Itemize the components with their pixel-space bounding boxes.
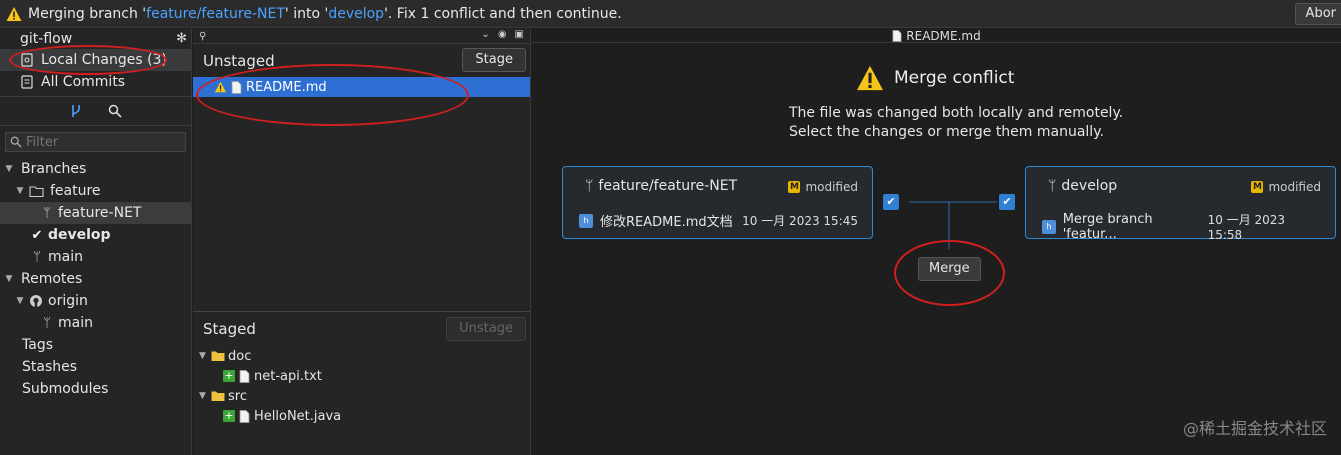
banner-message: Merging branch 'feature/feature-NET' int… <box>28 5 622 22</box>
folder-icon <box>211 391 225 401</box>
warning-icon <box>6 6 22 21</box>
changes-panel: ⚲ ⌄ ◉ ▣ Unstaged Stage README.md Staged … <box>193 29 531 455</box>
warning-icon <box>857 65 883 91</box>
collapse-arrow-icon[interactable]: ▼ <box>3 164 15 174</box>
tree-stashes[interactable]: Stashes <box>0 356 191 378</box>
unstaged-title: Unstaged <box>203 51 275 70</box>
current-branch-check-icon: ✔ <box>31 227 43 243</box>
card-commit: h Merge branch 'featur... 10 一月 2023 15:… <box>1042 211 1321 242</box>
card-branch: ᛘ develop <box>1048 178 1118 194</box>
source-branch-link[interactable]: feature/feature-NET <box>146 6 285 22</box>
local-changes-icon <box>21 53 33 67</box>
staged-folder-src[interactable]: ▼ src <box>193 386 530 406</box>
github-icon <box>30 295 42 307</box>
accept-remote-checkbox[interactable]: ✔ <box>999 194 1015 210</box>
watermark: @稀土掘金技术社区 <box>1182 419 1327 438</box>
nav-local-changes[interactable]: Local Changes (3) <box>0 49 191 71</box>
search-icon: ⚲ <box>199 30 207 42</box>
tree-tags[interactable]: Tags <box>0 334 191 356</box>
file-icon <box>892 29 902 42</box>
merge-button[interactable]: Merge <box>918 257 981 281</box>
modified-m-icon: M <box>788 181 801 193</box>
sidebar: git-flow ✻ Local Changes (3) All Commits… <box>0 29 192 455</box>
unstaged-file-row[interactable]: README.md <box>193 77 530 97</box>
unstage-button[interactable]: Unstage <box>446 317 526 341</box>
branch-icon: ᛘ <box>43 315 51 331</box>
tree-feature-folder[interactable]: ▼ feature <box>0 180 191 202</box>
staged-title: Staged <box>203 320 256 338</box>
staged-folder-doc[interactable]: ▼ doc <box>193 346 530 366</box>
repo-name[interactable]: git-flow ✻ <box>0 29 191 49</box>
branch-icon: ᛘ <box>43 205 51 221</box>
collapse-arrow-icon[interactable]: ▼ <box>3 274 15 284</box>
staged-file-row[interactable]: + HelloNet.java <box>193 406 530 426</box>
merge-connector-lines <box>909 201 997 249</box>
branch-icon: ᛘ <box>585 178 594 194</box>
filter-search-icon <box>10 136 22 148</box>
merge-panel: README.md Merge conflict The file was ch… <box>532 29 1341 455</box>
folder-open-icon <box>29 185 44 197</box>
tree-branch-develop[interactable]: ✔ develop <box>0 224 191 246</box>
local-changes-card[interactable]: ᛘ feature/feature-NET Mmodified h 修改READ… <box>562 166 873 239</box>
changes-search-bar[interactable]: ⚲ ⌄ ◉ ▣ <box>193 29 530 43</box>
merge-banner: Merging branch 'feature/feature-NET' int… <box>0 0 1341 28</box>
filter-dropdown-icon[interactable]: ⌄ <box>481 29 489 40</box>
accept-local-checkbox[interactable]: ✔ <box>883 194 899 210</box>
unstaged-header: Unstaged Stage <box>193 43 530 77</box>
conflict-warning-icon <box>214 81 227 93</box>
tree-branch-main[interactable]: ᛘ main <box>0 246 191 268</box>
staged-section: Staged Unstage ▼ doc + net-api.txt ▼ src… <box>193 311 530 426</box>
card-branch: ᛘ feature/feature-NET <box>585 178 738 194</box>
branch-view-icon[interactable] <box>70 103 82 119</box>
commits-icon <box>21 75 33 89</box>
file-icon <box>231 80 242 94</box>
modified-m-icon: M <box>1251 181 1264 193</box>
stage-button[interactable]: Stage <box>462 48 526 72</box>
tree-branches[interactable]: ▼ Branches <box>0 158 191 180</box>
tree-remote-origin[interactable]: ▼ origin <box>0 290 191 312</box>
diff-file-title: README.md <box>532 29 1341 43</box>
commit-avatar-icon: h <box>1042 219 1056 234</box>
commit-avatar-icon: h <box>579 213 593 228</box>
modified-badge: Mmodified <box>1251 180 1321 194</box>
filter-box <box>5 132 186 152</box>
staged-file-row[interactable]: + net-api.txt <box>193 366 530 386</box>
tree-submodules[interactable]: Submodules <box>0 378 191 400</box>
layout-icon[interactable]: ▣ <box>515 29 524 40</box>
sidebar-toolbar <box>0 96 191 126</box>
collapse-arrow-icon[interactable]: ▼ <box>14 186 26 196</box>
branch-icon: ᛘ <box>1048 178 1057 194</box>
modified-badge: Mmodified <box>788 180 858 194</box>
branch-icon: ᛘ <box>33 249 41 265</box>
search-icon[interactable] <box>108 104 122 118</box>
tree-remotes[interactable]: ▼ Remotes <box>0 268 191 290</box>
filter-input[interactable] <box>26 134 176 150</box>
file-icon <box>239 409 250 423</box>
view-eye-icon[interactable]: ◉ <box>498 29 507 40</box>
tree-branch-feature-net[interactable]: ᛘ feature-NET <box>0 202 191 224</box>
collapse-arrow-icon[interactable]: ▼ <box>199 351 211 361</box>
target-branch-link[interactable]: develop <box>328 6 384 22</box>
collapse-arrow-icon[interactable]: ▼ <box>14 296 26 306</box>
unstaged-list: README.md <box>193 77 530 311</box>
file-icon <box>239 369 250 383</box>
settings-gear-icon[interactable]: ✻ <box>176 31 187 46</box>
card-commit: h 修改README.md文档 10 一月 2023 15:45 <box>579 211 858 230</box>
merge-conflict-heading: Merge conflict <box>856 65 1014 91</box>
folder-icon <box>211 351 225 361</box>
abort-button[interactable]: Abor <box>1294 3 1341 25</box>
collapse-arrow-icon[interactable]: ▼ <box>199 391 211 401</box>
added-plus-icon: + <box>223 409 235 422</box>
remote-changes-card[interactable]: ᛘ develop Mmodified h Merge branch 'feat… <box>1025 166 1336 242</box>
merge-conflict-description: The file was changed both locally and re… <box>789 105 1124 140</box>
nav-all-commits[interactable]: All Commits <box>0 71 191 93</box>
added-plus-icon: + <box>223 369 235 382</box>
staged-header: Staged Unstage <box>193 312 530 346</box>
tree-remote-branch-main[interactable]: ᛘ main <box>0 312 191 334</box>
